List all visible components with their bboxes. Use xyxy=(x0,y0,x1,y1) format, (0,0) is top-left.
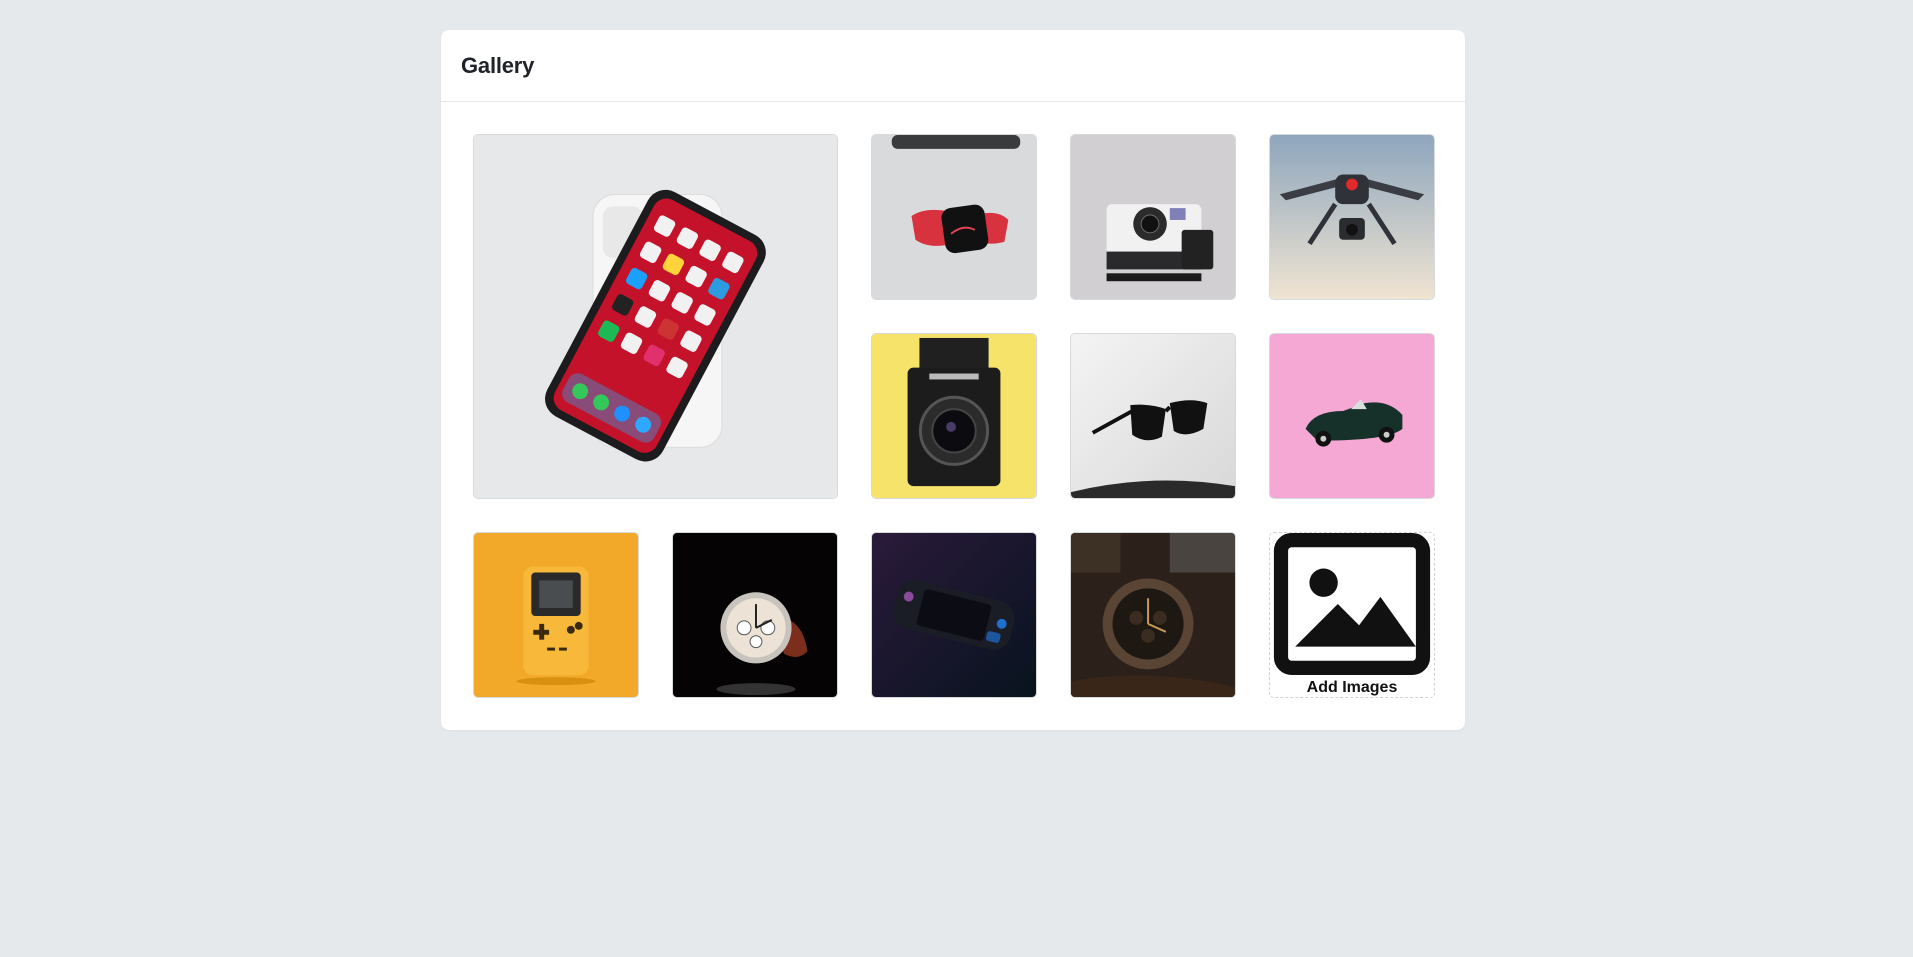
sunglasses-image xyxy=(1071,334,1235,498)
gallery-card: Gallery Add Images xyxy=(441,30,1465,730)
gallery-image-drone[interactable] xyxy=(1269,134,1435,300)
image-grid: Add Images xyxy=(473,134,1435,698)
smartwatch-image xyxy=(872,135,1036,299)
chronograph-watch-image xyxy=(673,533,837,697)
gallery-image-wristwatch[interactable] xyxy=(1070,532,1236,698)
add-images-button[interactable]: Add Images xyxy=(1269,532,1435,698)
add-images-label: Add Images xyxy=(1306,679,1398,696)
gallery-image-iphone[interactable] xyxy=(473,134,838,499)
toy-car-image xyxy=(1270,334,1434,498)
medium-format-camera-image xyxy=(872,334,1036,498)
gallery-image-game-console[interactable] xyxy=(473,532,639,698)
handheld-console-image xyxy=(872,533,1036,697)
gallery-image-handheld-console[interactable] xyxy=(871,532,1037,698)
game-console-image xyxy=(474,533,638,697)
image-icon xyxy=(1273,533,1431,675)
instant-camera-image xyxy=(1071,135,1235,299)
gallery-image-medium-format-camera[interactable] xyxy=(871,333,1037,499)
drone-image xyxy=(1270,135,1434,299)
gallery-image-toy-car[interactable] xyxy=(1269,333,1435,499)
gallery-image-sunglasses[interactable] xyxy=(1070,333,1236,499)
card-header: Gallery xyxy=(441,30,1465,102)
gallery-image-smartwatch[interactable] xyxy=(871,134,1037,300)
gallery-image-instant-camera[interactable] xyxy=(1070,134,1236,300)
wristwatch-image xyxy=(1071,533,1235,697)
iphone-image xyxy=(474,135,837,498)
page-title: Gallery xyxy=(461,52,535,78)
gallery-image-chronograph-watch[interactable] xyxy=(672,532,838,698)
